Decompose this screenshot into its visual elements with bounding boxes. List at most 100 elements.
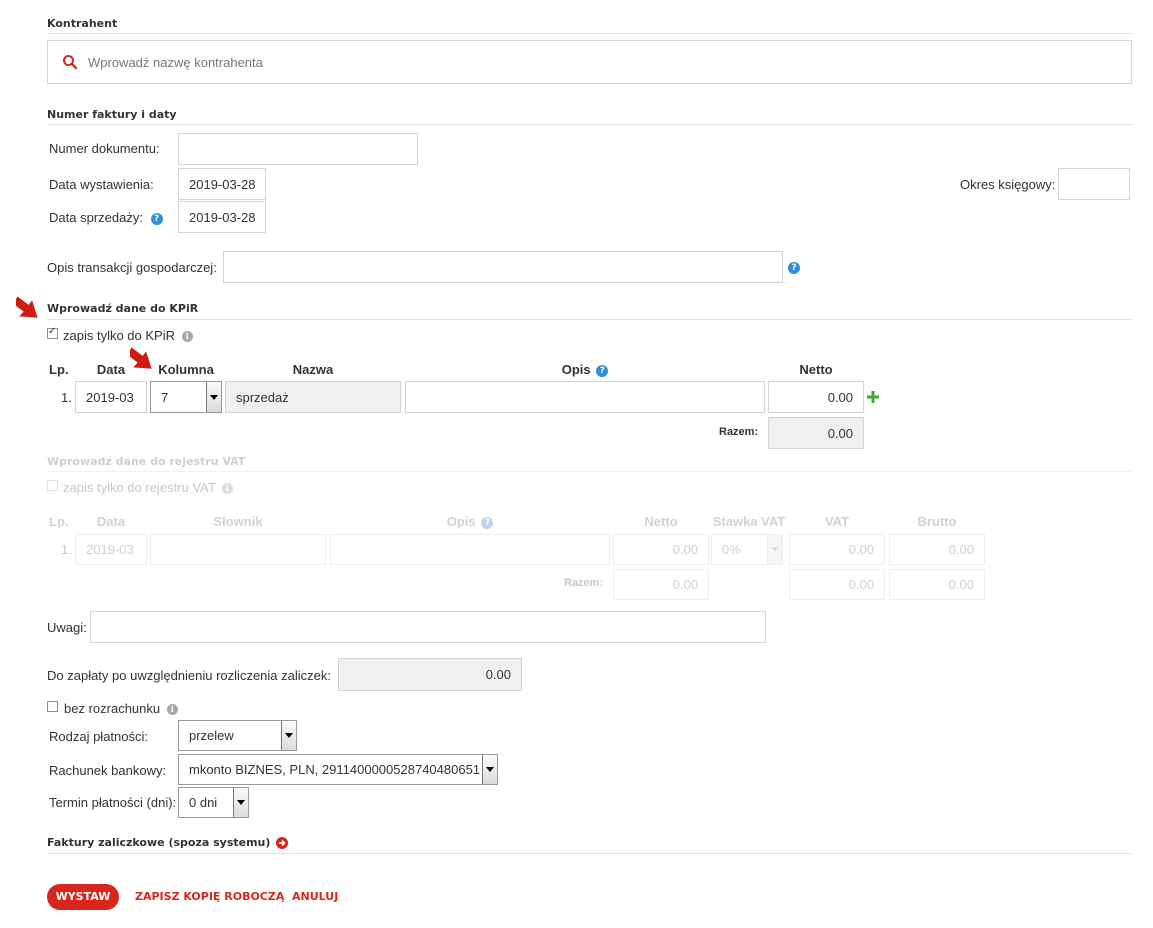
payment-method-select[interactable]: przelew [178,720,297,751]
kpir-row-date-input[interactable]: 2019-03 [75,381,147,413]
vat-row-rate-select[interactable]: 0% [711,534,783,565]
kpir-header-lp: Lp. [49,362,69,377]
bank-account-label: Rachunek bankowy: [49,763,167,778]
vat-section-title: Wprowadź dane do rejestru VAT [47,455,246,468]
kpir-header-name: Nazwa [292,362,334,377]
kpir-row-lp: 1. [61,390,72,405]
vat-header-lp: Lp. [49,514,69,529]
help-icon: ? [481,516,494,529]
help-icon[interactable]: ? [150,212,163,225]
vat-total-gross: 0.00 [889,569,985,600]
vat-row-rate-value: 0% [722,542,741,557]
vat-header-gross: Brutto [917,514,957,529]
payment-term-value: 0 dni [189,795,218,810]
vat-header-net: Netto [644,514,678,529]
red-arrow-annotation-icon [16,296,38,318]
only-vat-label: zapis tylko do rejestru VAT i [63,480,234,495]
kpir-row-name-field: sprzedaż [225,381,401,413]
vat-header-vat: VAT [824,514,850,529]
doc-number-input[interactable] [178,133,418,165]
payment-term-label: Termin płatności (dni): [49,795,177,810]
help-icon[interactable]: ? [596,364,609,377]
kpir-header-date: Data [96,362,126,377]
info-icon[interactable]: i [166,704,178,716]
advance-section-title: Faktury zaliczkowe (spoza systemu) [47,836,271,849]
cancel-button[interactable]: ANULUJ [292,890,338,903]
info-icon[interactable]: i [181,331,193,343]
chevron-down-icon[interactable] [482,755,497,784]
only-kpir-label: zapis tylko do KPiR i [63,328,193,343]
vat-row-dict-input[interactable] [150,534,326,565]
chevron-down-icon[interactable] [281,721,296,750]
kpir-total-value: 0.00 [768,417,864,449]
kpir-row-column-value: 7 [161,389,169,405]
contractor-search-placeholder: Wprowadź nazwę kontrahenta [88,54,263,70]
no-settlement-label: bez rozrachunku i [64,701,178,716]
kpir-header-net: Netto [799,362,833,377]
vat-total-label: Razem: [564,577,604,589]
sale-date-label-text: Data sprzedaży: [49,210,143,225]
notes-input[interactable] [90,611,766,643]
vat-header-date: Data [96,514,126,529]
period-input[interactable] [1058,168,1130,200]
transaction-desc-input[interactable] [223,251,783,283]
kpir-header-column: Kolumna [158,362,214,377]
section-divider [47,319,1132,320]
section-divider [47,124,1132,125]
no-settlement-label-text: bez rozrachunku [64,701,161,716]
sale-date-label: Data sprzedaży: ? [49,210,163,225]
sale-date-input[interactable]: 2019-03-28 [178,201,266,233]
vat-header-dict: Słownik [213,514,263,529]
payment-method-label: Rodzaj płatności: [49,729,148,744]
section-divider [47,471,1132,472]
vat-header-desc: Opis ? [330,514,610,529]
to-pay-label: Do zapłaty po uwzględnieniu rozliczenia … [47,668,331,683]
contractor-search-field[interactable]: Wprowadź nazwę kontrahenta [47,40,1132,84]
chevron-down-icon[interactable] [206,382,221,412]
bank-account-value: mkonto BIZNES, PLN, 29114000005287404806… [189,762,481,777]
payment-term-select[interactable]: 0 dni [178,787,249,818]
bank-account-select[interactable]: mkonto BIZNES, PLN, 29114000005287404806… [178,754,498,785]
issue-button[interactable]: WYSTAW [47,884,119,910]
save-draft-button[interactable]: ZAPISZ KOPIĘ ROBOCZĄ [135,890,284,903]
vat-row-gross-input[interactable]: 0.00 [889,534,985,565]
to-pay-value: 0.00 [338,658,522,691]
arrow-right-circle-icon[interactable] [276,837,289,849]
kpir-header-desc-text: Opis [561,362,591,377]
vat-header-desc-text: Opis [446,514,476,529]
kpir-total-label: Razem: [719,426,759,438]
chevron-down-icon[interactable] [767,535,782,564]
kpir-row-column-select[interactable]: 7 [150,381,222,413]
kpir-row-net-input[interactable]: 0.00 [768,381,864,413]
contractor-section-title: Kontrahent [47,17,118,30]
issue-date-label: Data wystawienia: [49,177,154,192]
only-kpir-label-text: zapis tylko do KPiR [63,328,175,343]
only-vat-checkbox[interactable] [47,480,58,491]
vat-header-rate: Stawka VAT [712,514,786,529]
only-kpir-checkbox[interactable] [47,326,58,339]
chevron-down-icon[interactable] [233,788,248,817]
invoice-section-title: Numer faktury i daty [47,108,177,121]
vat-row-vat-input[interactable]: 0.00 [789,534,885,565]
section-divider [47,853,1132,854]
advance-section[interactable]: Faktury zaliczkowe (spoza systemu) [47,836,289,849]
vat-total-vat: 0.00 [789,569,885,600]
vat-row-date-input[interactable]: 2019-03 [75,534,147,565]
section-divider [47,33,1132,34]
help-icon[interactable]: ? [788,262,800,274]
transaction-desc-label: Opis transakcji gospodarczej: [47,260,217,275]
vat-total-net: 0.00 [613,569,709,600]
issue-date-input[interactable]: 2019-03-28 [178,168,266,200]
add-row-icon[interactable] [867,391,879,403]
payment-method-value: przelew [189,728,234,743]
only-vat-label-text: zapis tylko do rejestru VAT [63,480,216,495]
notes-label: Uwagi: [47,620,87,635]
no-settlement-checkbox[interactable] [47,701,58,712]
vat-row-desc-input[interactable] [330,534,610,565]
kpir-row-desc-input[interactable] [405,381,765,413]
vat-row-net-input[interactable]: 0.00 [613,534,709,565]
info-icon: i [222,483,234,495]
period-label: Okres księgowy: [960,177,1056,192]
doc-number-label: Numer dokumentu: [49,141,160,156]
kpir-header-desc: Opis ? [405,362,765,377]
